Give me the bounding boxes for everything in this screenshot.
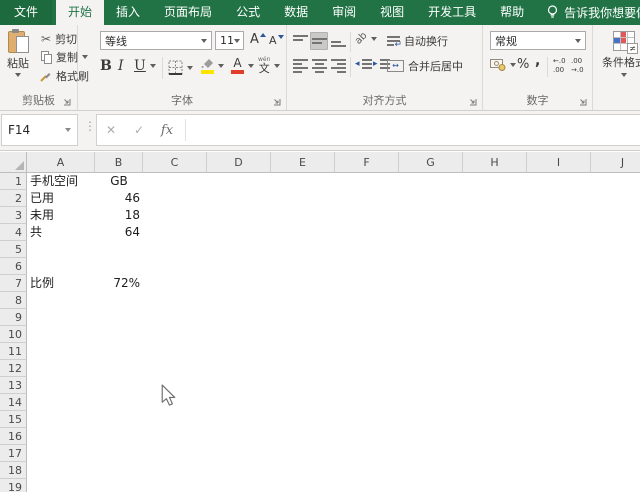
col-header-C[interactable]: C	[143, 152, 207, 173]
row-header-9[interactable]: 9	[0, 309, 27, 326]
cell-B7[interactable]: 72%	[95, 275, 143, 292]
row-header-13[interactable]: 13	[0, 377, 27, 394]
cell-A2[interactable]: 已用	[27, 190, 95, 207]
cell-A7[interactable]: 比例	[27, 275, 95, 292]
worksheet: A B C D E F G H I J 1 2 3 4 5 6 7 8 9 10 11 12 13 14 15 16 17 18 19 手…	[0, 0, 640, 492]
col-header-G[interactable]: G	[399, 152, 463, 173]
col-header-B[interactable]: B	[95, 152, 143, 173]
row-header-6[interactable]: 6	[0, 258, 27, 275]
mouse-cursor	[161, 384, 176, 406]
row-header-16[interactable]: 16	[0, 428, 27, 445]
row-header-8[interactable]: 8	[0, 292, 27, 309]
cell-B1[interactable]: GB	[95, 173, 143, 190]
col-header-F[interactable]: F	[335, 152, 399, 173]
excel-window: 文件 开始插入页面布局公式数据审阅视图开发工具帮助 告诉我你想要做什么 粘贴 ✂…	[0, 0, 640, 492]
row-header-11[interactable]: 11	[0, 343, 27, 360]
col-header-E[interactable]: E	[271, 152, 335, 173]
row-header-7[interactable]: 7	[0, 275, 27, 292]
row-header-19[interactable]: 19	[0, 479, 27, 492]
col-header-I[interactable]: I	[527, 152, 591, 173]
col-header-D[interactable]: D	[207, 152, 271, 173]
row-header-12[interactable]: 12	[0, 360, 27, 377]
row-header-5[interactable]: 5	[0, 241, 27, 258]
row-header-1[interactable]: 1	[0, 173, 27, 190]
row-header-15[interactable]: 15	[0, 411, 27, 428]
row-header-2[interactable]: 2	[0, 190, 27, 207]
cell-B4[interactable]: 64	[95, 224, 143, 241]
row-header-17[interactable]: 17	[0, 445, 27, 462]
cell-B3[interactable]: 18	[95, 207, 143, 224]
cell-B2[interactable]: 46	[95, 190, 143, 207]
cell-A1[interactable]: 手机空间	[27, 173, 95, 190]
cell-A3[interactable]: 未用	[27, 207, 95, 224]
row-header-18[interactable]: 18	[0, 462, 27, 479]
col-header-H[interactable]: H	[463, 152, 527, 173]
row-header-14[interactable]: 14	[0, 394, 27, 411]
col-header-J[interactable]: J	[591, 152, 640, 173]
col-header-A[interactable]: A	[27, 152, 95, 173]
select-all-corner[interactable]	[0, 152, 27, 173]
cell-A4[interactable]: 共	[27, 224, 95, 241]
row-header-4[interactable]: 4	[0, 224, 27, 241]
row-header-10[interactable]: 10	[0, 326, 27, 343]
row-header-3[interactable]: 3	[0, 207, 27, 224]
